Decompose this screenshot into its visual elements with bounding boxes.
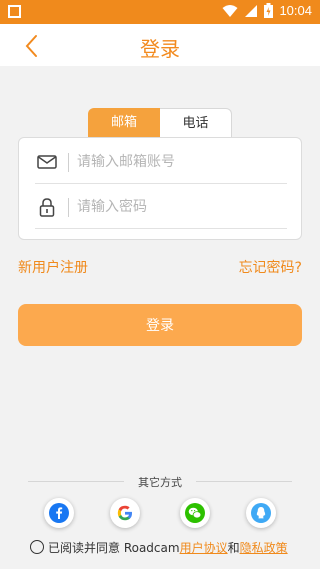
page-title: 登录 [140,37,180,61]
qq-icon [251,503,271,523]
lock-icon [39,198,55,217]
privacy-policy-link[interactable]: 隐私政策 [240,539,288,556]
login-form [18,137,302,240]
agree-checkbox[interactable] [30,540,44,554]
notification-icon [8,5,21,18]
register-link[interactable]: 新用户注册 [18,257,88,277]
facebook-login-button[interactable] [44,498,74,528]
email-input[interactable] [77,149,287,175]
nav-bar: 登录 [0,24,320,66]
other-methods-divider: 其它方式 [0,474,320,489]
agreement-row: 已阅读并同意 Roadcam 用户协议 和 隐私政策 [30,538,288,556]
password-field [19,185,303,230]
divider-line [196,481,292,482]
clock: 10:04 [279,3,312,18]
user-agreement-link[interactable]: 用户协议 [180,539,228,556]
tab-email[interactable]: 邮箱 [88,108,160,138]
qq-login-button[interactable] [246,498,276,528]
wechat-icon [185,503,205,523]
agreement-text: 已阅读并同意 Roadcam [48,540,180,555]
field-divider [35,228,287,229]
other-methods-label: 其它方式 [138,476,182,489]
email-field [19,140,303,185]
google-icon [117,505,132,521]
login-method-tabs: 邮箱 电话 [88,108,232,138]
status-icons: 10:04 [222,3,312,18]
login-button[interactable]: 登录 [18,304,302,346]
forgot-password-link[interactable]: 忘记密码? [239,257,302,277]
wechat-login-button[interactable] [180,498,210,528]
field-separator [68,153,69,172]
status-bar: 10:04 [0,0,320,24]
envelope-icon [37,155,57,169]
field-divider [35,183,287,184]
google-login-button[interactable] [110,498,140,528]
field-separator [68,198,69,217]
wifi-icon [222,4,238,17]
signal-icon [245,4,258,17]
agreement-and: 和 [227,540,240,555]
facebook-icon [49,503,69,523]
tab-phone[interactable]: 电话 [160,108,232,138]
password-input[interactable] [77,194,287,220]
battery-icon [264,3,274,18]
